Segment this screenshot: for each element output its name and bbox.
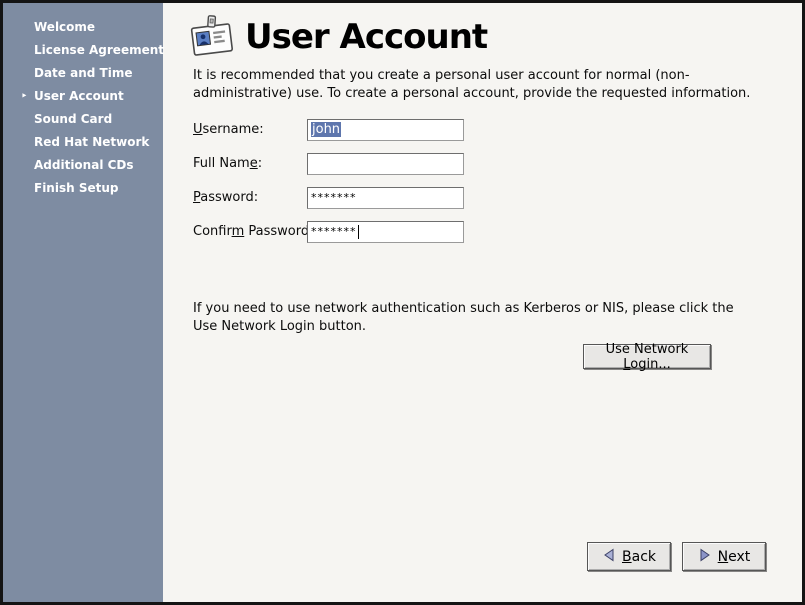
password-row: Password: ******* [193,187,613,209]
sidebar-item-date-and-time[interactable]: Date and Time [3,62,163,85]
arrow-right-icon [698,548,712,566]
sidebar-item-user-account[interactable]: ‣ User Account [3,85,163,108]
sidebar-item-finish-setup[interactable]: Finish Setup [3,177,163,200]
confirm-password-label: Confirm Password: [193,224,313,239]
sidebar-item-label: Date and Time [34,66,132,80]
page-header: User Account [188,13,487,61]
sidebar-item-label: Finish Setup [34,181,118,195]
main-content: User Account It is recommended that you … [163,3,802,602]
password-input[interactable]: ******* [307,187,464,209]
password-label: Password: [193,190,258,205]
back-button[interactable]: Back [587,542,671,571]
network-auth-text: If you need to use network authenticatio… [193,300,753,335]
text-cursor [358,225,359,239]
sidebar: Welcome License Agreement Date and Time … [3,3,163,602]
active-arrow-icon: ‣ [21,85,27,108]
setup-wizard-window: Welcome License Agreement Date and Time … [0,0,805,605]
id-badge-icon [188,13,236,61]
sidebar-item-sound-card[interactable]: Sound Card [3,108,163,131]
next-button[interactable]: Next [682,542,766,571]
use-network-login-label: Use Network Login... [584,342,710,372]
sidebar-item-additional-cds[interactable]: Additional CDs [3,154,163,177]
confirm-password-row: Confirm Password: ******* [193,221,613,243]
next-label: Next [718,549,751,565]
username-row: Username: john [193,119,613,141]
selected-text: john [311,122,341,137]
sidebar-item-license-agreement[interactable]: License Agreement [3,39,163,62]
sidebar-item-welcome[interactable]: Welcome [3,16,163,39]
full-name-row: Full Name: [193,153,613,175]
confirm-password-input[interactable]: ******* [307,221,464,243]
sidebar-item-label: User Account [34,89,124,103]
username-input[interactable]: john [307,119,464,141]
sidebar-item-label: Red Hat Network [34,135,149,149]
use-network-login-button[interactable]: Use Network Login... [583,344,711,369]
intro-text: It is recommended that you create a pers… [193,67,763,102]
sidebar-item-label: Additional CDs [34,158,134,172]
username-label: Username: [193,122,264,137]
sidebar-item-red-hat-network[interactable]: Red Hat Network [3,131,163,154]
full-name-label: Full Name: [193,156,262,171]
sidebar-item-label: Welcome [34,20,95,34]
full-name-input[interactable] [307,153,464,175]
back-label: Back [622,549,656,565]
arrow-left-icon [602,548,616,566]
page-title: User Account [245,13,487,61]
sidebar-item-label: License Agreement [34,43,164,57]
sidebar-item-label: Sound Card [34,112,112,126]
